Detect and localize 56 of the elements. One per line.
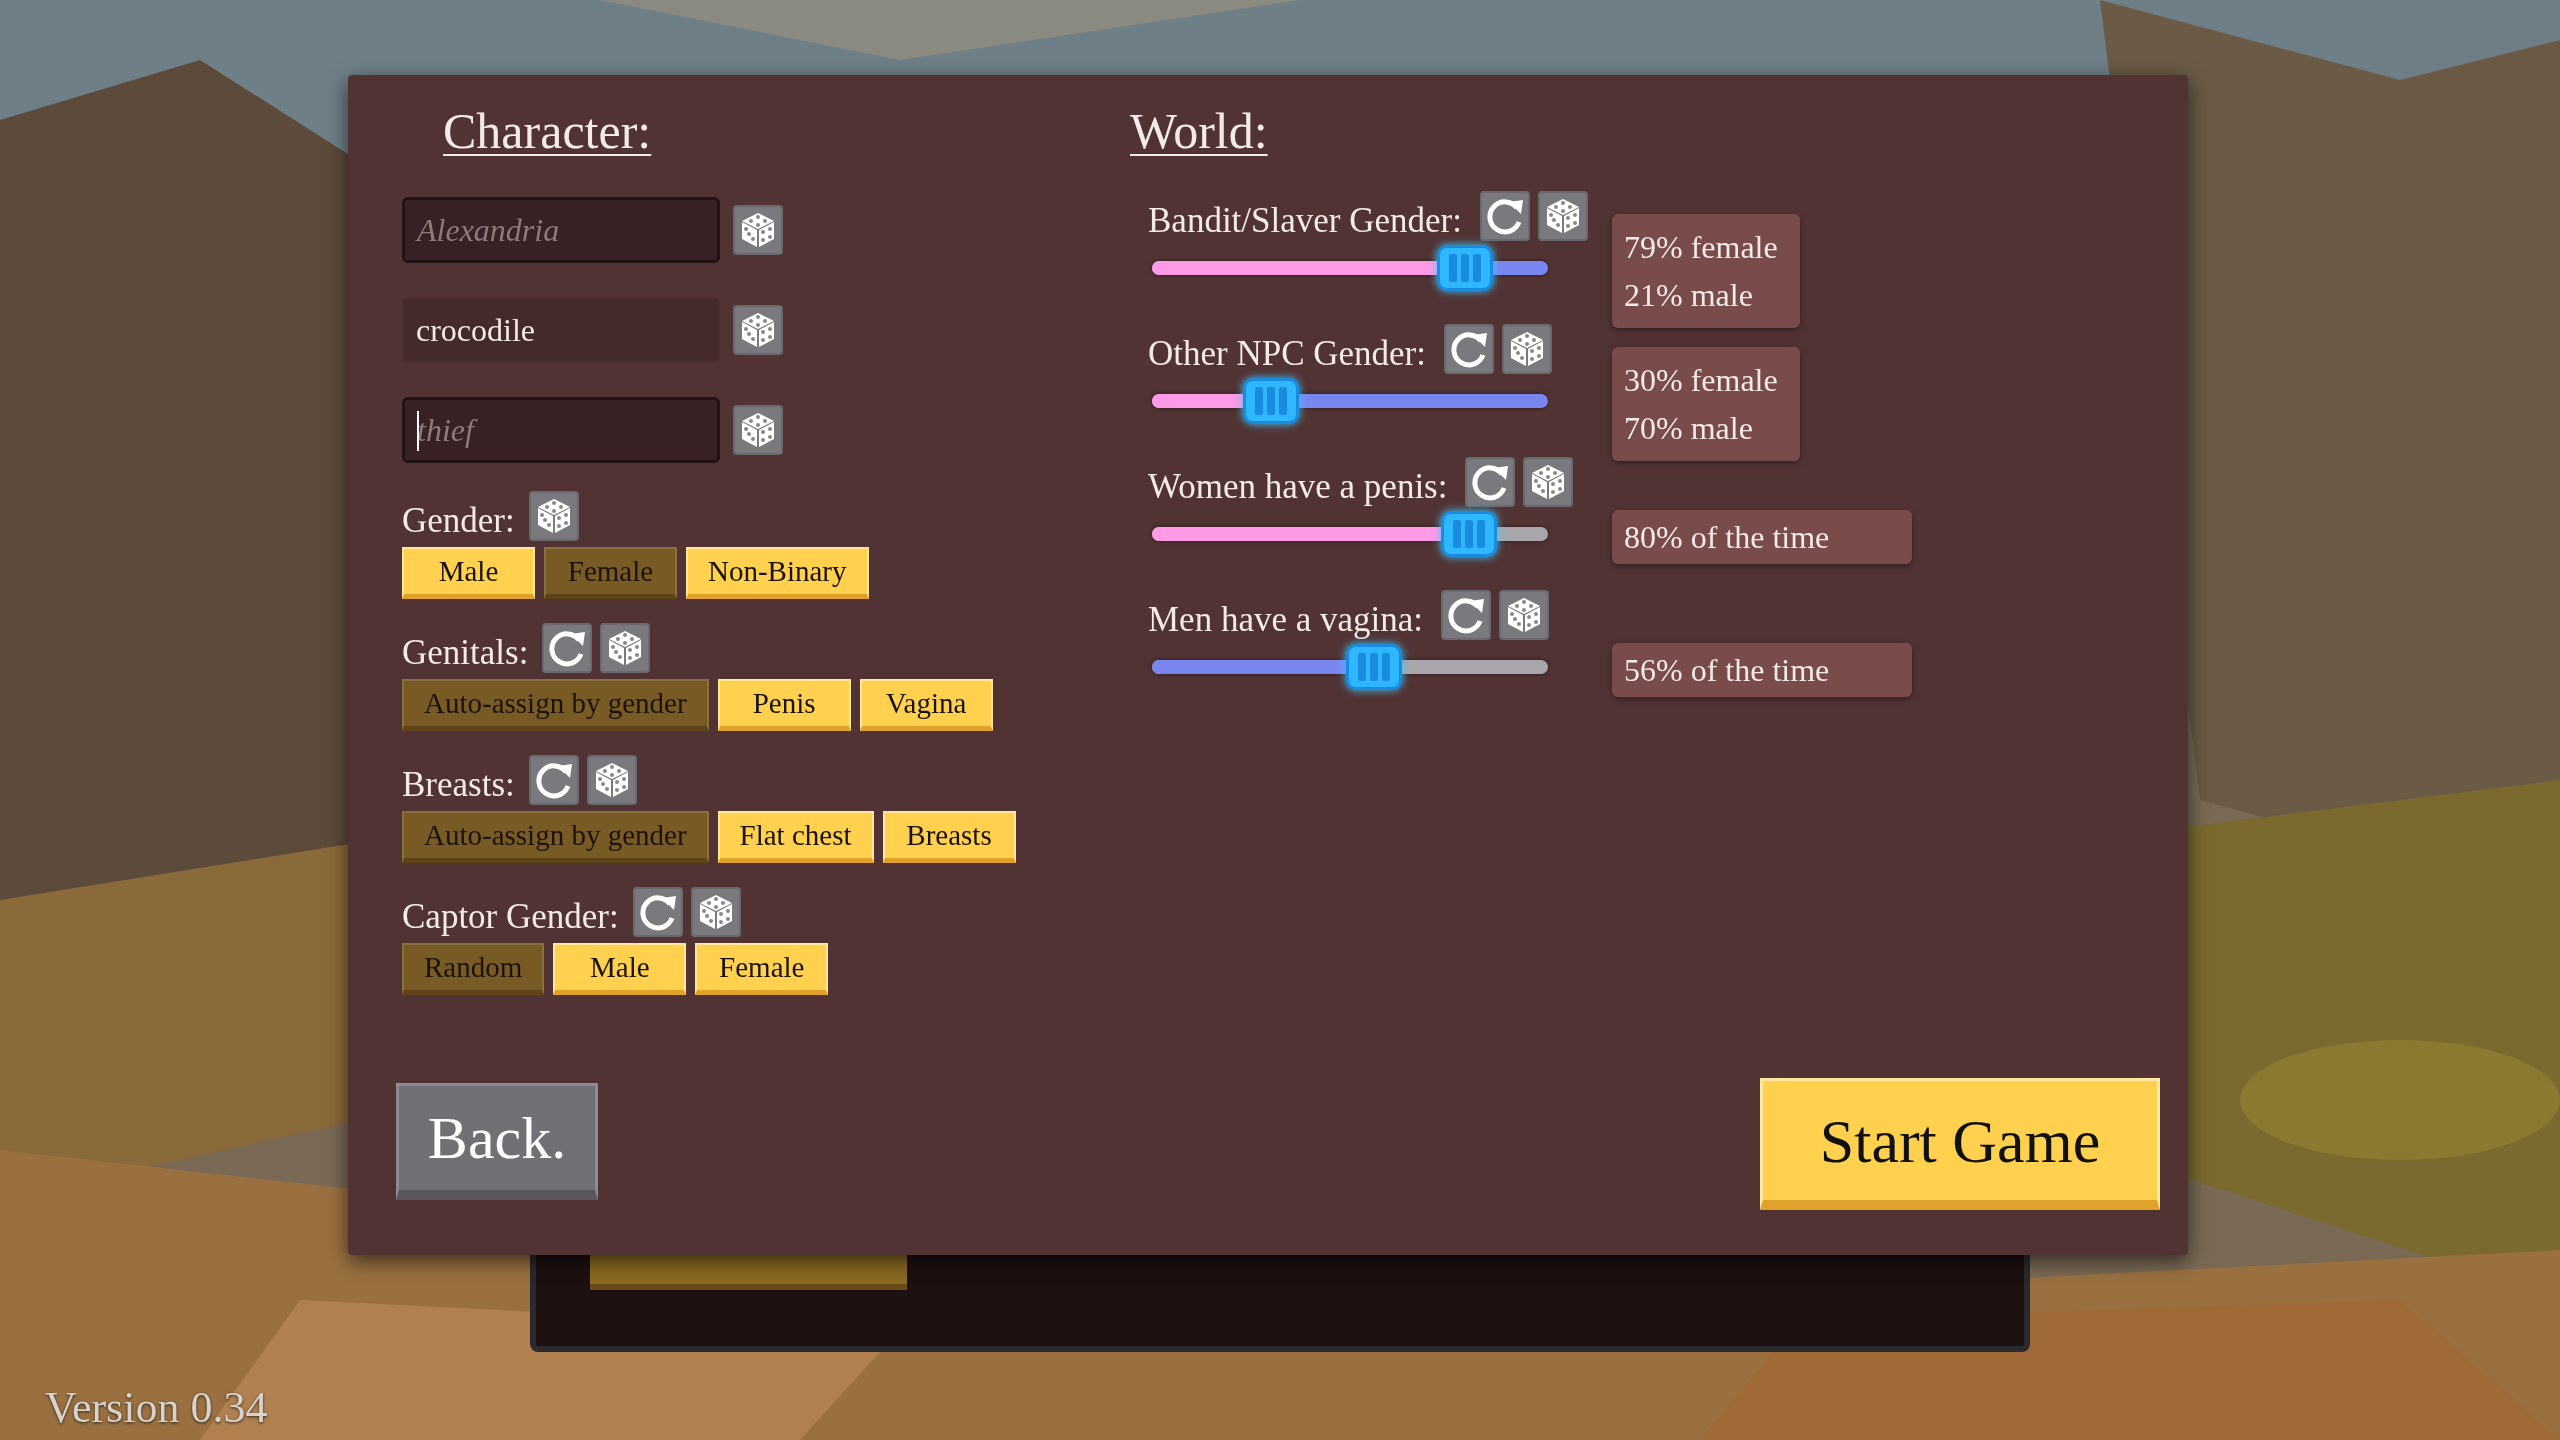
slider-label: Bandit/Slaver Gender:	[1148, 201, 1462, 241]
slider-thumb[interactable]	[1436, 245, 1493, 291]
version-label: Version 0.34	[45, 1382, 268, 1434]
reset-icon[interactable]	[528, 755, 579, 805]
option-button[interactable]: Male	[402, 547, 535, 599]
readout-text: 79% female	[1624, 228, 1779, 267]
start-game-button[interactable]: Start Game	[1760, 1078, 2160, 1210]
dice-icon[interactable]	[1499, 590, 1550, 640]
dice-icon[interactable]	[1523, 457, 1574, 507]
option-button[interactable]: Penis	[717, 679, 851, 731]
readout-text: 21% male	[1624, 276, 1754, 315]
readout-text: 80% of the time	[1624, 518, 1831, 557]
section-heading: Character:	[443, 103, 652, 159]
slider[interactable]	[1152, 642, 1548, 692]
text-field[interactable]: thief	[402, 397, 720, 463]
reset-icon[interactable]	[1441, 590, 1492, 640]
option-button[interactable]: Vagina	[859, 679, 993, 731]
section-heading: World:	[1130, 103, 1268, 159]
option-button[interactable]: Flat chest	[717, 811, 874, 863]
text-field[interactable]: Alexandria	[402, 197, 720, 263]
slider-thumb[interactable]	[1345, 644, 1402, 690]
slider[interactable]	[1152, 376, 1548, 426]
dice-icon[interactable]	[733, 205, 783, 255]
slider-thumb[interactable]	[1242, 378, 1299, 424]
option-button[interactable]: Male	[553, 943, 687, 995]
dice-icon[interactable]	[600, 623, 651, 673]
slider-label: Women have a penis:	[1148, 467, 1448, 507]
slider-label: Other NPC Gender:	[1148, 334, 1426, 374]
dice-icon[interactable]	[1537, 191, 1588, 241]
dice-icon[interactable]	[733, 305, 783, 355]
group-label: Breasts:	[402, 765, 515, 805]
slider-label: Men have a vagina:	[1148, 600, 1424, 640]
readout-text: 30% female	[1624, 361, 1779, 400]
reset-icon[interactable]	[1479, 191, 1530, 241]
slider[interactable]	[1152, 509, 1548, 559]
dice-icon[interactable]	[1502, 324, 1552, 374]
text-field[interactable]: crocodile	[402, 297, 720, 363]
readout-text: 56% of the time	[1624, 651, 1831, 690]
reset-icon[interactable]	[1444, 324, 1494, 374]
reset-icon[interactable]	[542, 623, 593, 673]
option-button[interactable]: Female	[695, 943, 829, 995]
dice-icon[interactable]	[733, 405, 783, 455]
option-button[interactable]: Non-Binary	[686, 547, 869, 599]
slider-thumb[interactable]	[1440, 511, 1497, 557]
group-label: Genitals:	[402, 633, 529, 673]
back-button[interactable]: Back.	[396, 1083, 598, 1200]
dice-icon[interactable]	[528, 491, 579, 541]
dice-icon[interactable]	[586, 755, 637, 805]
dice-icon[interactable]	[690, 887, 741, 937]
slider[interactable]	[1152, 243, 1548, 293]
group-label: Captor Gender:	[402, 897, 619, 937]
reset-icon[interactable]	[1465, 457, 1516, 507]
reset-icon[interactable]	[632, 887, 683, 937]
option-button[interactable]: Breasts	[882, 811, 1016, 863]
group-label: Gender:	[402, 501, 515, 541]
readout-text: 70% male	[1624, 409, 1754, 448]
